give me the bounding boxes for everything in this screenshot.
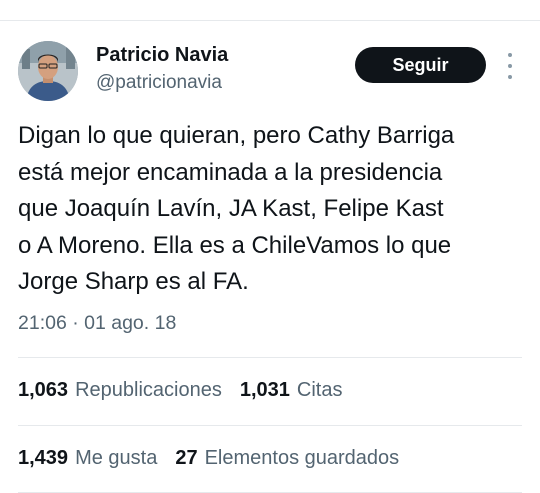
top-divider <box>0 20 540 21</box>
avatar-photo-icon <box>18 41 78 101</box>
stats-row-shares: 1,063 Republicaciones 1,031 Citas <box>18 379 360 402</box>
display-name[interactable]: Patricio Navia <box>96 44 228 67</box>
bookmarks-label: Elementos guardados <box>204 447 400 469</box>
likes-label: Me gusta <box>75 447 158 469</box>
stats-divider-middle <box>18 425 522 426</box>
stats-divider-top <box>18 357 522 358</box>
quotes-count: 1,031 <box>239 379 290 401</box>
retweets-label: Republicaciones <box>75 379 222 401</box>
bookmarks-count: 27 <box>175 447 198 469</box>
follow-button[interactable]: Seguir <box>355 47 486 83</box>
stats-row-engagement: 1,439 Me gusta 27 Elementos guardados <box>18 447 417 470</box>
more-dot <box>508 75 512 79</box>
tweet-timestamp[interactable]: 21:06 · 01 ago. 18 <box>18 312 176 335</box>
user-handle[interactable]: @patricionavia <box>96 72 222 94</box>
likes-count: 1,439 <box>18 447 69 469</box>
more-dot <box>508 53 512 57</box>
likes-stat[interactable]: 1,439 Me gusta <box>18 447 157 470</box>
tweet-detail-page: Patricio Navia @patricionavia Seguir Dig… <box>0 0 540 493</box>
more-vertical-icon[interactable] <box>504 53 516 79</box>
more-dot <box>508 64 512 68</box>
bookmarks-stat[interactable]: 27 Elementos guardados <box>175 447 399 470</box>
tweet-text: Digan lo que quieran, pero Cathy Barriga… <box>18 122 455 295</box>
avatar[interactable] <box>18 41 78 101</box>
retweets-count: 1,063 <box>18 379 69 401</box>
quotes-stat[interactable]: 1,031 Citas <box>240 379 343 402</box>
quotes-label: Citas <box>296 379 343 401</box>
retweets-stat[interactable]: 1,063 Republicaciones <box>18 379 222 402</box>
